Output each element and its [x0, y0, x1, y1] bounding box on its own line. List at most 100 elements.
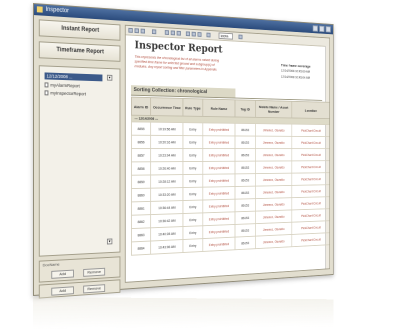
table-cell: 86153 — [234, 211, 256, 225]
close-icon[interactable] — [325, 26, 331, 33]
table-cell: PickChart Circuit — [291, 160, 330, 174]
report-list: 12/12/2008 ... ▾ myAlarmReport myInspect… — [38, 65, 121, 257]
list-item-inspector-report[interactable]: myInspectorReport — [44, 90, 86, 97]
table-cell: Entry prohibited — [202, 199, 235, 213]
list-item-alarm-report[interactable]: myAlarmReport — [44, 82, 80, 89]
column-header[interactable]: Alarm ID — [131, 97, 151, 116]
table-cell: Entry — [182, 187, 203, 201]
column-header[interactable]: Rule Name — [202, 98, 235, 117]
table-cell: Entry — [182, 212, 203, 227]
maximize-icon[interactable] — [319, 25, 325, 33]
find-icon[interactable] — [238, 34, 243, 40]
document-icon — [44, 90, 49, 96]
table-row[interactable]: 8856 10:20:16 AM Entry Entry prohibited 8615… — [131, 135, 330, 149]
table-cell: Entry prohibited — [202, 173, 235, 188]
table-cell: 8862 — [131, 214, 151, 229]
add-button[interactable]: Add — [51, 269, 74, 279]
table-cell: 10:26:40 AM — [150, 161, 183, 175]
table-cell: PickChart Circuit — [291, 184, 330, 198]
table-cell: Entry — [182, 161, 203, 175]
table-cell: 10:28:12 AM — [150, 174, 183, 189]
scroll-down-icon[interactable]: ▾ — [106, 238, 113, 245]
alarm-table: Alarm ID Occurrence Time Rule Type Rule … — [131, 97, 330, 256]
list-item-label: myInspectorReport — [50, 90, 86, 97]
table-cell: Jimenez, Osvaldo — [255, 173, 292, 187]
first-page-icon[interactable] — [128, 27, 133, 33]
report-viewer: 100% Inspector Report This represents th… — [124, 24, 331, 283]
last-page-icon[interactable] — [151, 29, 157, 35]
document-icon — [44, 82, 49, 88]
table-cell: Entry — [182, 148, 203, 162]
export-icon[interactable] — [206, 32, 211, 38]
table-cell: Jimenez, Osvaldo — [255, 160, 292, 174]
second-group: Add Remove — [38, 279, 121, 299]
table-cell: 86153 — [234, 236, 256, 250]
table-cell: 10:43:06 AM — [150, 239, 183, 255]
table-cell: 10:19:56 AM — [150, 122, 183, 136]
column-header[interactable]: Tag ID — [234, 99, 256, 118]
print-icon[interactable] — [185, 31, 191, 37]
table-cell: 86153 — [234, 186, 256, 200]
stop-icon[interactable] — [170, 30, 175, 36]
table-row[interactable]: 8855 10:19:56 AM Entry Entry prohibited 8615… — [131, 121, 330, 137]
coverage-end: 12/14/2008 10:45:04 AM — [280, 75, 310, 80]
remove-button[interactable]: Remove — [83, 284, 106, 294]
coverage-start: 12/14/2008 10:45:00 AM — [280, 68, 310, 74]
report-description: This represents the chronological list o… — [134, 54, 220, 72]
zoom-select[interactable]: 100% — [218, 32, 234, 40]
table-cell: 10:33:20 AM — [150, 187, 183, 202]
table-cell: PickChart Circuit — [291, 136, 330, 149]
table-cell: Jimenez, Osvaldo — [255, 185, 292, 199]
table-cell: Entry prohibited — [202, 186, 235, 201]
dropdown-icon[interactable]: ▾ — [106, 74, 113, 81]
table-cell: Jimenez, Osvaldo — [255, 123, 292, 137]
instant-report-button[interactable]: Instant Report — [38, 19, 121, 41]
table-cell: 8858 — [131, 161, 151, 176]
table-cell: PickChart Circuit — [291, 172, 330, 186]
table-cell: 86153 — [234, 173, 256, 187]
table-cell: 8863 — [131, 227, 151, 242]
remove-button[interactable]: Remove — [83, 267, 106, 277]
refresh-icon[interactable] — [176, 30, 181, 36]
table-cell: 8864 — [131, 241, 151, 256]
column-header[interactable]: Occurrence Time — [150, 97, 183, 117]
table-cell: Entry prohibited — [202, 148, 235, 162]
table-cell: PickChart Circuit — [291, 148, 330, 161]
column-header[interactable]: Mobile Name / Asset Number — [255, 100, 292, 118]
docname-group: DocName Add Remove — [38, 256, 121, 283]
table-cell: 8860 — [131, 188, 151, 202]
group-label: DocName — [42, 261, 60, 268]
left-pane: Instant Report Timeframe Report 12/12/20… — [38, 19, 121, 299]
table-cell: 8856 — [131, 135, 151, 149]
page-setup-icon[interactable] — [197, 32, 202, 37]
window-reflection — [33, 297, 334, 329]
prev-page-icon[interactable] — [134, 28, 139, 34]
table-cell: Jimenez, Osvaldo — [255, 234, 292, 249]
table-cell: 10:36:44 AM — [150, 200, 183, 215]
table-cell: Entry prohibited — [202, 237, 235, 252]
table-cell: 10:20:16 AM — [150, 135, 183, 149]
table-cell: 86153 — [234, 198, 256, 212]
window-controls — [311, 25, 331, 37]
table-cell: 86153 — [234, 135, 256, 149]
table-cell: Entry — [182, 238, 203, 253]
column-header[interactable]: Location — [291, 101, 330, 119]
list-item-date[interactable]: 12/12/2008 ... — [44, 72, 103, 82]
window-title: Inspector — [45, 6, 69, 15]
list-item-label: myAlarmReport — [50, 82, 80, 89]
add-button[interactable]: Add — [51, 286, 74, 296]
table-cell: PickChart Circuit — [291, 124, 330, 137]
column-header[interactable]: Rule Type — [182, 98, 203, 117]
back-icon[interactable] — [164, 30, 170, 35]
minimize-icon[interactable] — [312, 25, 318, 32]
table-cell: Jimenez, Osvaldo — [255, 148, 292, 162]
table-cell: Entry — [182, 122, 203, 136]
table-cell: 8855 — [131, 121, 151, 136]
table-cell: 86153 — [234, 123, 256, 137]
table-cell: Entry prohibited — [202, 135, 235, 149]
next-page-icon[interactable] — [140, 28, 146, 34]
print-layout-icon[interactable] — [191, 31, 196, 37]
table-cell: 10:23:04 AM — [150, 148, 183, 162]
timeframe-report-button[interactable]: Timeframe Report — [38, 41, 121, 62]
table-cell: 8857 — [131, 148, 151, 162]
